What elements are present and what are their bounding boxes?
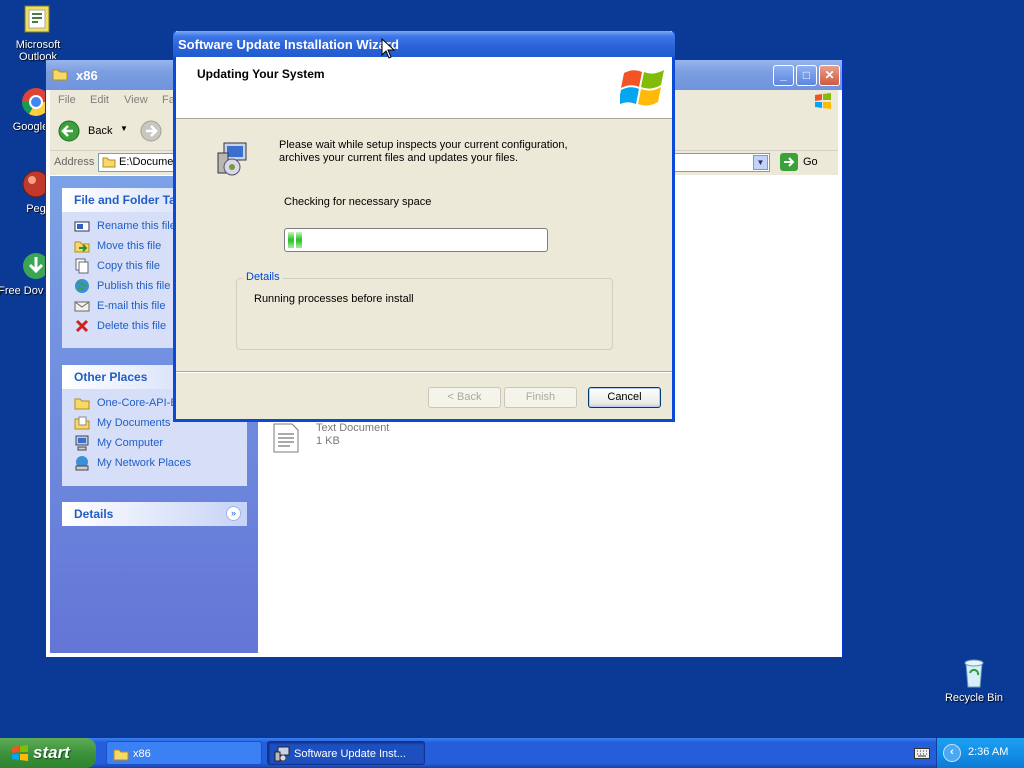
folder-icon xyxy=(102,155,116,168)
back-label: Back xyxy=(88,125,113,137)
place-my-computer[interactable]: My Computer xyxy=(62,433,247,453)
place-my-network[interactable]: My Network Places xyxy=(62,453,247,473)
desktop-icon-label: Recycle Bin xyxy=(944,692,1004,704)
desktop-icon-label: Peg xyxy=(26,203,46,215)
back-arrow-icon xyxy=(58,120,80,142)
folder-icon xyxy=(52,67,68,81)
folder-icon xyxy=(113,746,129,762)
text-document-icon xyxy=(273,423,299,453)
menu-file[interactable]: File xyxy=(58,94,76,106)
move-icon xyxy=(74,238,90,254)
clock[interactable]: 2:36 AM xyxy=(968,746,1008,758)
network-icon xyxy=(74,455,90,471)
explorer-title: x86 xyxy=(76,68,98,83)
file-type: Text Document xyxy=(316,422,390,434)
file-size: 1 KB xyxy=(316,435,340,447)
details-groupbox: Details Running processes before install xyxy=(236,271,613,350)
go-label: Go xyxy=(803,156,818,168)
go-arrow-icon xyxy=(780,153,798,171)
chevron-down-icon: ▼ xyxy=(120,124,128,133)
start-label: start xyxy=(33,743,70,762)
setup-computer-icon xyxy=(217,142,247,176)
menu-edit[interactable]: Edit xyxy=(90,94,109,106)
desktop-icon-outlook[interactable]: Microsoft Outlook xyxy=(0,4,76,63)
setup-icon xyxy=(274,746,290,762)
forward-button[interactable] xyxy=(140,120,162,142)
installation-wizard-dialog: Software Update Installation Wizard Upda… xyxy=(173,31,675,422)
back-button[interactable]: < Back xyxy=(428,387,501,408)
finish-button[interactable]: Finish xyxy=(504,387,577,408)
menu-view[interactable]: View xyxy=(124,94,148,106)
copy-icon xyxy=(74,258,90,274)
windows-logo-icon xyxy=(812,91,834,111)
details-legend: Details xyxy=(243,271,283,283)
globe-icon xyxy=(74,278,90,294)
windows-flag-icon xyxy=(12,745,28,761)
progress-status: Checking for necessary space xyxy=(284,196,432,208)
windows-logo-icon xyxy=(620,70,664,106)
taskbar-item-explorer[interactable]: x86 xyxy=(106,741,262,765)
taskbar-item-wizard[interactable]: Software Update Inst... xyxy=(267,741,425,765)
dialog-title-bar[interactable]: Software Update Installation Wizard xyxy=(173,31,675,57)
maximize-button[interactable]: □ xyxy=(796,65,817,86)
wizard-description: Please wait while setup inspects your cu… xyxy=(279,139,568,164)
show-hidden-icons-chevron-icon[interactable]: ‹ xyxy=(943,744,961,762)
address-label: Address xyxy=(54,156,95,168)
mouse-cursor-icon xyxy=(381,38,395,59)
details-text: Running processes before install xyxy=(254,293,414,305)
progress-bar xyxy=(284,228,548,252)
dialog-title: Software Update Installation Wizard xyxy=(178,37,399,52)
progress-block xyxy=(288,232,294,248)
button-separator xyxy=(176,371,672,373)
computer-icon xyxy=(74,435,90,451)
dialog-heading: Updating Your System xyxy=(197,67,325,81)
forward-arrow-icon xyxy=(140,120,162,142)
go-button[interactable]: Go xyxy=(780,152,828,172)
delete-icon xyxy=(74,318,90,334)
minimize-button[interactable]: _ xyxy=(773,65,794,86)
documents-folder-icon xyxy=(74,415,90,431)
folder-icon xyxy=(74,395,90,411)
back-button[interactable]: Back ▼ xyxy=(56,118,132,144)
progress-block xyxy=(296,232,302,248)
file-item[interactable]: Text Document 1 KB xyxy=(270,422,470,462)
system-tray: ‹ 2:36 AM xyxy=(936,738,1024,768)
close-button[interactable]: ✕ xyxy=(819,65,840,86)
outlook-icon xyxy=(22,4,54,36)
dialog-header: Updating Your System xyxy=(176,57,672,119)
start-button[interactable]: start xyxy=(0,738,96,768)
details-panel: Details » xyxy=(62,502,247,526)
address-value: E:\Docume xyxy=(119,156,174,168)
cancel-button[interactable]: Cancel xyxy=(588,387,661,408)
panel-title[interactable]: Details xyxy=(62,502,247,526)
taskbar: start x86 Software Update Inst... ‹ 2:36… xyxy=(0,738,1024,768)
rename-icon xyxy=(74,218,90,234)
desktop-icon-recycle-bin[interactable]: Recycle Bin xyxy=(936,657,1012,704)
email-icon xyxy=(74,298,90,314)
address-dropdown-button[interactable]: ▼ xyxy=(753,155,768,170)
recycle-bin-icon xyxy=(958,657,990,689)
keyboard-icon[interactable] xyxy=(914,748,930,759)
expand-chevron-icon[interactable]: » xyxy=(226,506,241,521)
